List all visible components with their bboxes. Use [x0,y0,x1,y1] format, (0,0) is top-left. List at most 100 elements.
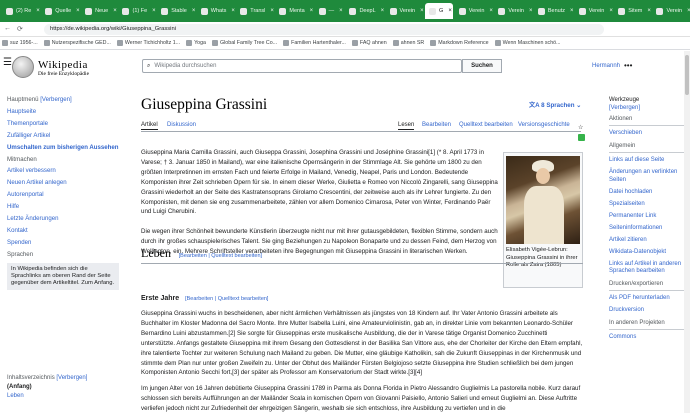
close-tab-icon[interactable]: × [231,8,235,14]
browser-tab[interactable]: Benutz × [534,3,574,19]
toc-item[interactable]: (Anfang) [7,383,125,392]
close-tab-icon[interactable]: × [192,8,196,14]
browser-tab[interactable]: — × [315,3,344,19]
browser-tab[interactable]: Sitem × [614,3,651,19]
browser-tab[interactable]: Verein × [575,3,613,19]
browser-tab[interactable]: Verein × [455,3,493,19]
browser-tab[interactable]: Quelle × [41,3,80,19]
tool-link[interactable]: Datei hochladen [609,189,687,197]
sidebar-link[interactable]: Themenportale [7,120,125,129]
sidebar-link[interactable]: Hauptseite [7,108,125,117]
sidebar-link[interactable]: Letzte Änderungen [7,215,125,224]
close-tab-icon[interactable]: × [489,8,493,14]
bookmark-item[interactable]: Nutzerspezifische GED... [43,40,111,46]
bookmark-item[interactable]: Familien Hartenthaler... [283,40,346,46]
bookmark-item[interactable]: suz 1956-... [2,40,38,46]
browser-tab[interactable]: (2) Re × [2,3,40,19]
main-menu-icon[interactable]: ☰ [3,57,12,68]
close-tab-icon[interactable]: × [570,8,574,14]
bookmark-item[interactable]: Yoga [186,40,206,46]
language-selector-button[interactable]: 文A 8 Sprachen ⌄ [529,100,581,109]
section-edit-links[interactable]: [Bearbeiten | Quelltext bearbeiten] [179,253,262,259]
close-tab-icon[interactable]: × [113,8,117,14]
tool-link[interactable]: Wikidata-Datenobjekt [609,249,687,257]
tab-discussion[interactable]: Diskussion [167,122,196,128]
toc-hide-link[interactable]: [Verbergen] [56,375,87,381]
browser-tab[interactable]: Transl × [236,3,274,19]
wordmark[interactable]: Wikipedia [38,59,88,71]
bookmark-item[interactable]: Werner Tichichholtz 1... [116,40,180,46]
close-tab-icon[interactable]: × [448,8,452,14]
search-input[interactable]: ⌕ Wikipedia durchsuchen [142,59,462,73]
browser-tab[interactable]: (1) Fe × [118,3,156,19]
wikipedia-logo[interactable] [12,56,34,78]
watch-star-icon[interactable]: ☆ [578,124,583,131]
tab-favicon-icon [6,7,13,15]
browser-tab[interactable]: Verein × [494,3,532,19]
close-tab-icon[interactable]: × [36,8,40,14]
tab-read[interactable]: Lesen [398,122,415,130]
toggle-old-skin-link[interactable]: Umschalten zum bisherigen Aussehen [7,144,125,153]
tab-article[interactable]: Artikel [141,122,158,130]
browser-tab[interactable]: Whats × [197,3,235,19]
bookmark-item[interactable]: FAQ ahnen [351,40,387,46]
browser-tab[interactable]: Neue × [81,3,117,19]
tool-link[interactable]: Seiteninformationen [609,225,687,233]
close-tab-icon[interactable]: × [270,8,274,14]
browser-tab[interactable]: Menta × [275,3,314,19]
chevron-down-icon: ⌄ [576,102,582,109]
sidebar-link[interactable]: Autorenportal [7,191,125,200]
close-tab-icon[interactable]: × [339,8,343,14]
user-link[interactable]: Hermannh [592,63,620,69]
sidebar-link[interactable]: Zufälliger Artikel [7,132,125,141]
sidebar-link[interactable]: Neuen Artikel anlegen [7,179,125,188]
tool-link[interactable]: Als PDF herunterladen [609,295,687,303]
tool-link[interactable]: Artikel zitieren [609,237,687,245]
bookmark-item[interactable]: ahnen SR [392,40,424,46]
bookmark-item[interactable]: Global Family Tree Co... [212,40,277,46]
reload-icon[interactable]: ⟳ [17,25,23,33]
sidebar-link[interactable]: Artikel verbessern [7,167,125,176]
close-tab-icon[interactable]: × [529,8,533,14]
sidebar-link[interactable]: Hilfe [7,203,125,212]
browser-tab[interactable]: Stable × [157,3,195,19]
close-tab-icon[interactable]: × [420,8,424,14]
tool-link[interactable]: Druckversion [609,307,687,315]
sidebar-link[interactable]: Spenden [7,239,125,248]
tab-edit-source[interactable]: Quelltext bearbeiten [459,122,513,128]
tool-link[interactable]: Änderungen an verlinkten Seiten [609,169,687,184]
section-heading-leben: Leben [Bearbeiten | Quelltext bearbeiten… [141,246,583,264]
browser-tab[interactable]: DeepL × [345,3,385,19]
tool-link[interactable]: Permanenter Link [609,213,687,221]
close-tab-icon[interactable]: × [381,8,385,14]
subsection-edit-links[interactable]: [Bearbeiten | Quelltext bearbeiten] [185,296,268,302]
tool-link[interactable]: Verschieben [609,130,687,138]
scrollbar-thumb[interactable] [685,55,689,95]
browser-tab[interactable]: Verein × [652,3,690,19]
more-options-icon[interactable]: ••• [624,61,632,70]
tab-history[interactable]: Versionsgeschichte [518,122,570,128]
tool-link[interactable]: Links auf diese Seite [609,157,687,165]
search-button[interactable]: Suchen [462,59,502,73]
browser-tab[interactable]: Verein × [386,3,424,19]
tool-link[interactable]: Commons [609,334,687,342]
portrait-image[interactable] [506,156,580,244]
close-tab-icon[interactable]: × [310,8,314,14]
sidebar-link[interactable]: Kontakt [7,227,125,236]
scrollbar[interactable] [684,51,690,413]
hide-main-menu-link[interactable]: [Verbergen] [40,96,72,103]
close-tab-icon[interactable]: × [609,8,613,14]
close-tab-icon[interactable]: × [647,8,651,14]
close-tab-icon[interactable]: × [76,8,80,14]
tool-link[interactable]: Spezialseiten [609,201,687,209]
url-field[interactable]: https://de.wikipedia.org/wiki/Giuseppina… [44,23,604,35]
browser-tab[interactable]: G × [425,3,453,19]
bookmark-item[interactable]: Wenn Maschinen schö... [494,40,561,46]
back-icon[interactable]: ← [4,25,11,33]
tab-edit[interactable]: Bearbeiten [422,122,451,128]
tool-link[interactable]: Links auf Artikel in anderen Sprachen be… [609,261,687,276]
close-tab-icon[interactable]: × [152,8,156,14]
bookmark-item[interactable]: Markdown Reference [430,40,489,46]
toc-item[interactable]: Leben [7,392,125,401]
tools-hide-link[interactable]: [Verbergen] [609,104,687,112]
